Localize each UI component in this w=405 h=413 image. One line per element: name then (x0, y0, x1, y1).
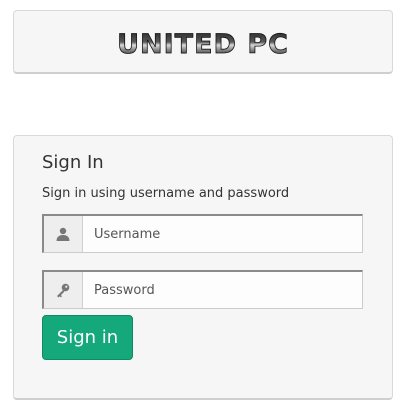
password-input[interactable] (83, 272, 362, 308)
password-addon (44, 272, 83, 308)
username-input[interactable] (83, 216, 362, 252)
username-addon (44, 216, 83, 252)
login-title: Sign In (42, 152, 104, 173)
user-icon (56, 227, 70, 241)
key-icon (57, 283, 70, 298)
login-panel: Sign In Sign in using username and passw… (13, 135, 393, 400)
logo-panel: UNITED PC (13, 10, 393, 74)
svg-text:UNITED PC: UNITED PC (117, 29, 289, 60)
password-input-group (42, 270, 363, 309)
united-pc-logo: UNITED PC (117, 29, 289, 61)
username-input-group (42, 214, 363, 253)
sign-in-button[interactable]: Sign in (42, 315, 133, 360)
login-subtitle: Sign in using username and password (42, 186, 290, 201)
